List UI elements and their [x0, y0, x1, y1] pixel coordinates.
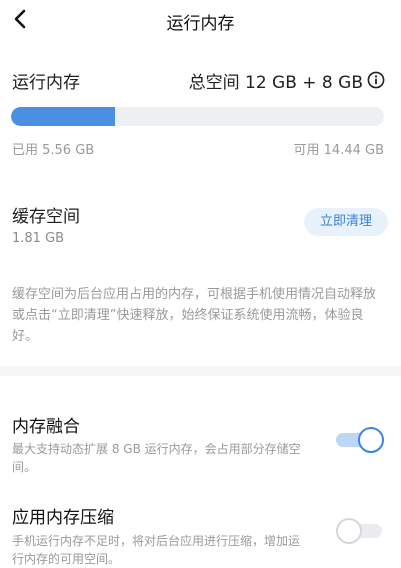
header: 运行内存 [0, 0, 401, 40]
toggle-knob [336, 518, 362, 544]
info-icon[interactable] [367, 71, 385, 89]
ram-summary: 运行内存 总空间 12 GB + 8 GB [12, 68, 385, 94]
ram-used: 已用 5.56 GB [12, 143, 95, 158]
memory-compression-description: 手机运行内存不足时，将对后台应用进行压缩，增加运行内存的可用空间。 [12, 534, 301, 566]
section-divider [0, 366, 401, 376]
cache-title: 缓存空间 [12, 207, 80, 227]
ram-usage-bar [11, 107, 384, 126]
ram-usage-fill [11, 107, 115, 126]
memory-compression-title: 应用内存压缩 [12, 508, 114, 528]
cache-description: 缓存空间为后台应用占用的内存，可根据手机使用情况自动释放或点击“立即清理”快速释… [12, 287, 377, 344]
memory-fusion-toggle[interactable] [336, 427, 384, 453]
memory-fusion-title: 内存融合 [12, 417, 80, 437]
cache-size: 1.81 GB [12, 231, 65, 246]
ram-total: 总空间 12 GB + 8 GB [188, 73, 363, 93]
ram-label: 运行内存 [12, 73, 80, 93]
memory-compression-toggle[interactable] [336, 518, 384, 544]
clean-now-button[interactable]: 立即清理 [304, 208, 388, 236]
toggle-knob [358, 427, 384, 453]
memory-fusion-description: 最大支持动态扩展 8 GB 运行内存，会占用部分存储空间。 [12, 442, 301, 474]
page-title: 运行内存 [166, 14, 235, 34]
ram-available: 可用 14.44 GB [293, 143, 384, 158]
